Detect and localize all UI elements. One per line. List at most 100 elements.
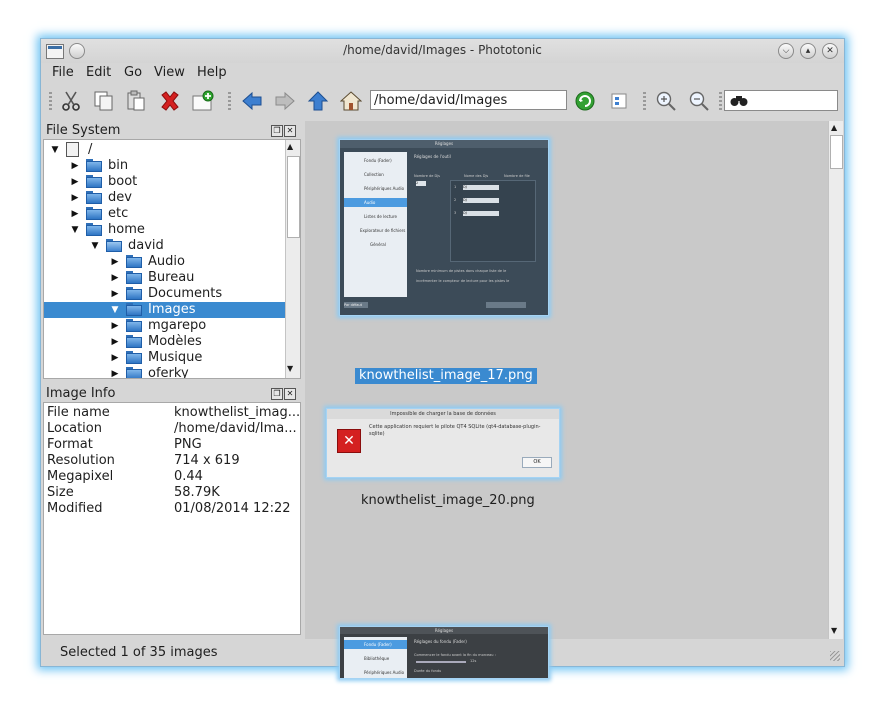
close-button[interactable]: ✕ (822, 43, 838, 59)
thumbnail-image[interactable]: Réglages Fondu (Fader) Collection Périph… (339, 139, 549, 316)
tree-item-etc[interactable]: ▶ etc (44, 206, 285, 222)
tree-scrollbar[interactable]: ▲ ▼ (285, 140, 300, 378)
tree-item-label: Audio (148, 254, 185, 269)
tree-item-documents[interactable]: ▶ Documents (44, 286, 285, 302)
float-icon[interactable]: ❐ (271, 125, 283, 137)
delete-icon[interactable] (158, 89, 182, 113)
minimize-button[interactable]: ⌵ (778, 43, 794, 59)
tree-item-bin[interactable]: ▶ bin (44, 158, 285, 174)
zoom-out-icon[interactable] (687, 89, 711, 113)
thumbnail-view[interactable]: Réglages Fondu (Fader) Collection Périph… (305, 121, 843, 679)
expand-arrow-icon[interactable]: ▶ (70, 174, 80, 190)
folder-icon (86, 223, 102, 236)
tree-item-mod-les[interactable]: ▶ Modèles (44, 334, 285, 350)
thumb-column: Nombre de file (504, 174, 530, 178)
new-folder-icon[interactable] (191, 89, 215, 113)
menu-go[interactable]: Go (124, 65, 142, 80)
thumb-note: incrémenter le compteur de lecture pour … (416, 279, 510, 283)
toolbar-grip[interactable] (228, 92, 231, 110)
tree-item-images[interactable]: ▼ Images (44, 302, 285, 318)
search-input[interactable] (724, 90, 838, 111)
menu-file[interactable]: File (52, 65, 74, 80)
expand-arrow-icon[interactable]: ▶ (110, 286, 120, 302)
refresh-icon[interactable] (573, 89, 597, 113)
scroll-thumb[interactable] (287, 156, 300, 238)
file-system-tree[interactable]: ▼ / ▶ bin ▶ boot ▶ dev ▶ etc ▼ home ▼ david ▶ Audio ▶ Bur… (43, 139, 301, 379)
thumb-sidebar-item: Périphériques Audio (364, 186, 405, 191)
cut-icon[interactable] (59, 89, 83, 113)
scroll-up-arrow[interactable]: ▲ (831, 123, 837, 132)
tree-item-bureau[interactable]: ▶ Bureau (44, 270, 285, 286)
info-key: Format (47, 437, 93, 452)
toolbar-grip[interactable] (719, 92, 722, 110)
drive-icon (66, 142, 79, 157)
home-icon[interactable] (339, 89, 363, 113)
thumb-column: Nome des Djs (464, 174, 489, 178)
thumbnail-caption[interactable]: knowthelist_image_17.png (355, 368, 537, 384)
binoculars-icon (730, 96, 748, 106)
thumb-titlebar: Impossible de charger la base de données (327, 409, 559, 419)
expand-arrow-icon[interactable]: ▶ (110, 334, 120, 350)
folder-icon (86, 191, 102, 204)
expand-arrow-icon[interactable]: ▶ (110, 254, 120, 270)
toolbar-grip[interactable] (49, 92, 52, 110)
tree-item-oferky[interactable]: ▶ oferky (44, 366, 285, 378)
close-icon[interactable]: ✕ (284, 125, 296, 137)
info-value: knowthelist_imag... (174, 405, 301, 420)
info-row: File name knowthelist_imag... (47, 405, 301, 421)
thumb-titlebar: Réglages (340, 140, 548, 148)
up-icon[interactable] (306, 89, 330, 113)
scroll-down-arrow[interactable]: ▼ (287, 364, 293, 373)
thumbnail-image[interactable]: Impossible de charger la base de données… (326, 408, 560, 478)
tree-item-[interactable]: ▼ / (44, 142, 285, 158)
float-icon[interactable]: ❐ (271, 388, 283, 400)
thumbnail-scrollbar[interactable]: ▲ ▼ (828, 121, 843, 639)
thumbnail-view-icon[interactable] (607, 89, 631, 113)
tree-item-musique[interactable]: ▶ Musique (44, 350, 285, 366)
expand-arrow-icon[interactable]: ▶ (110, 270, 120, 286)
path-input[interactable]: /home/david/Images (370, 90, 567, 110)
expand-arrow-icon[interactable]: ▶ (70, 158, 80, 174)
scroll-thumb[interactable] (830, 135, 843, 169)
collapse-arrow-icon[interactable]: ▼ (50, 142, 60, 158)
expand-arrow-icon[interactable]: ▶ (70, 190, 80, 206)
title-bar[interactable]: /home/david/Images - Phototonic ⌵ ▴ ✕ (41, 39, 844, 63)
collapse-arrow-icon[interactable]: ▼ (90, 238, 100, 254)
folder-icon (126, 367, 142, 378)
thumb-button: Par défaut (344, 302, 368, 308)
thumbnail-caption[interactable]: knowthelist_image_20.png (361, 493, 535, 509)
tree-item-audio[interactable]: ▶ Audio (44, 254, 285, 270)
forward-icon[interactable] (273, 89, 297, 113)
tree-item-david[interactable]: ▼ david (44, 238, 285, 254)
menu-view[interactable]: View (154, 65, 185, 80)
tree-item-dev[interactable]: ▶ dev (44, 190, 285, 206)
menu-edit[interactable]: Edit (86, 65, 111, 80)
paste-icon[interactable] (124, 89, 148, 113)
scroll-up-arrow[interactable]: ▲ (287, 142, 293, 151)
back-icon[interactable] (240, 89, 264, 113)
thumb-sidebar-item: Fondu (Fader) (364, 158, 392, 163)
thumb-ok-button: OK (522, 457, 552, 468)
info-value: PNG (174, 437, 202, 452)
collapse-arrow-icon[interactable]: ▼ (70, 222, 80, 238)
thumb-sidebar-item: Périphériques Audio (364, 670, 405, 675)
copy-icon[interactable] (92, 89, 116, 113)
expand-arrow-icon[interactable]: ▶ (70, 206, 80, 222)
toolbar-grip[interactable] (643, 92, 646, 110)
maximize-button[interactable]: ▴ (800, 43, 816, 59)
tree-item-boot[interactable]: ▶ boot (44, 174, 285, 190)
collapse-arrow-icon[interactable]: ▼ (110, 302, 120, 318)
tree-item-home[interactable]: ▼ home (44, 222, 285, 238)
menu-help[interactable]: Help (197, 65, 227, 80)
thumb-sidebar: Fondu (Fader) Collection Périphériques A… (344, 152, 407, 297)
expand-arrow-icon[interactable]: ▶ (110, 318, 120, 334)
tree-item-label: bin (108, 158, 129, 173)
scroll-down-arrow[interactable]: ▼ (831, 626, 837, 635)
close-icon[interactable]: ✕ (284, 388, 296, 400)
resize-grip[interactable] (830, 651, 840, 661)
thumb-sidebar-item: Explorateur de fichiers (360, 228, 406, 233)
expand-arrow-icon[interactable]: ▶ (110, 366, 120, 378)
expand-arrow-icon[interactable]: ▶ (110, 350, 120, 366)
zoom-in-icon[interactable] (654, 89, 678, 113)
tree-item-mgarepo[interactable]: ▶ mgarepo (44, 318, 285, 334)
